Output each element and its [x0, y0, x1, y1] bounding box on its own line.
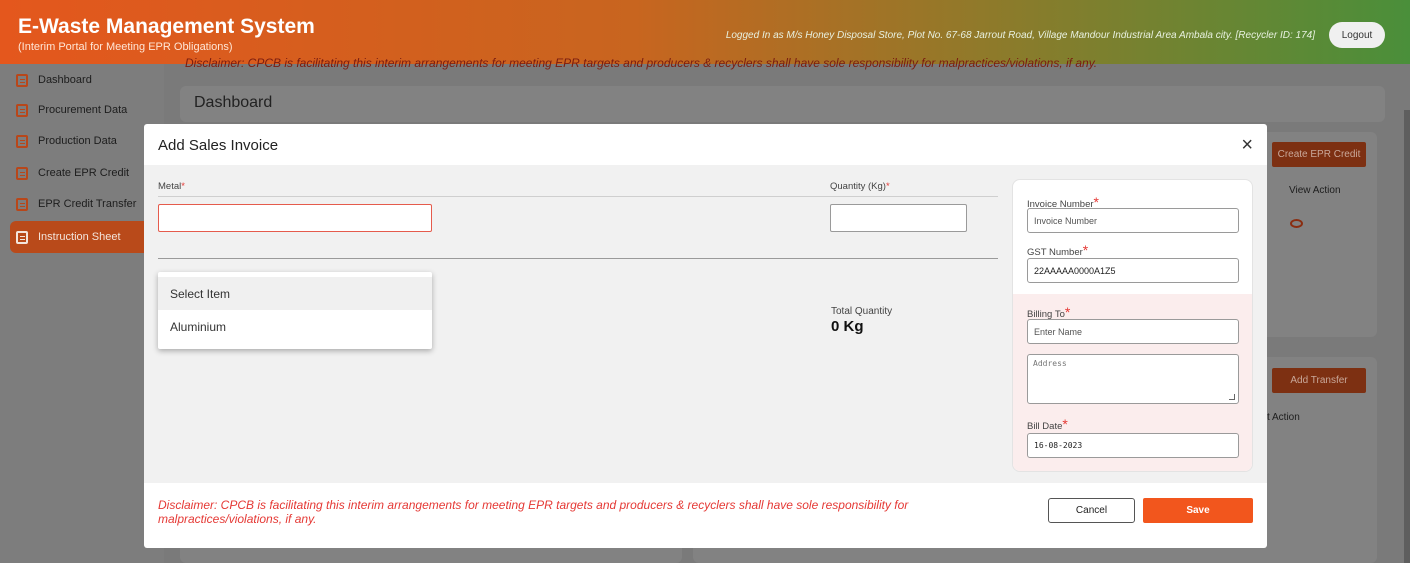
header-divider: [158, 196, 998, 197]
login-info: Logged In as M/s Honey Disposal Store, P…: [725, 30, 1315, 41]
page-scrollbar[interactable]: [1404, 110, 1410, 563]
sidebar-item-label: Instruction Sheet: [38, 231, 121, 243]
total-quantity-value: 0 Kg: [831, 318, 864, 335]
sidebar: Dashboard Procurement Data Production Da…: [0, 64, 164, 563]
sidebar-item-label: EPR Credit Transfer: [38, 198, 137, 210]
save-button[interactable]: Save: [1143, 498, 1253, 523]
logout-button[interactable]: Logout: [1329, 22, 1385, 48]
app-title: E-Waste Management System: [18, 15, 315, 38]
sidebar-item-label: Create EPR Credit: [38, 167, 130, 179]
invoice-number-input[interactable]: Invoice Number: [1027, 208, 1239, 233]
modal-title: Add Sales Invoice: [158, 137, 279, 154]
gst-number-input[interactable]: 22AAAAA0000A1Z5: [1027, 258, 1239, 283]
app-subtitle: (Interim Portal for Meeting EPR Obligati…: [18, 41, 233, 53]
sidebar-item-epr-credit-transfer[interactable]: EPR Credit Transfer: [10, 190, 160, 218]
bill-date-label: Bill Date*: [1027, 416, 1068, 432]
document-edit-icon: [16, 103, 28, 117]
bill-date-input[interactable]: 16-08-2023: [1027, 433, 1239, 458]
sidebar-item-label: Production Data: [38, 135, 117, 147]
document-edit-icon: [16, 73, 28, 87]
document-edit-icon: [16, 166, 28, 180]
modal-body: Metal* Quantity (Kg)* Total Quantity 0 K…: [144, 165, 1267, 483]
billing-to-label: Billing To*: [1027, 304, 1071, 320]
dashboard-title-bar: [180, 86, 1385, 122]
sidebar-item-instruction-sheet[interactable]: Instruction Sheet: [10, 221, 164, 253]
document-edit-icon: [16, 134, 28, 148]
cancel-button[interactable]: Cancel: [1048, 498, 1135, 523]
background-disclaimer: Disclaimer: CPCB is facilitating this in…: [185, 56, 1098, 70]
sidebar-item-create-epr-credit[interactable]: Create EPR Credit: [10, 159, 160, 187]
gst-number-label: GST Number*: [1027, 242, 1089, 258]
dropdown-option-aluminium[interactable]: Aluminium: [158, 310, 432, 343]
create-epr-credit-button[interactable]: Create EPR Credit: [1272, 142, 1366, 167]
add-transfer-button[interactable]: Add Transfer: [1272, 368, 1366, 393]
document-edit-icon: [16, 230, 28, 244]
page-title: Dashboard: [194, 94, 273, 111]
sidebar-item-label: Procurement Data: [38, 104, 128, 116]
sidebar-item-dashboard[interactable]: Dashboard: [10, 66, 160, 94]
invoice-details-panel: Invoice Number* Invoice Number GST Numbe…: [1012, 179, 1253, 472]
quantity-input[interactable]: [830, 204, 967, 232]
eye-icon[interactable]: [1290, 219, 1303, 228]
address-placeholder: Address: [1033, 359, 1067, 368]
sidebar-item-production-data[interactable]: Production Data: [10, 127, 160, 155]
sidebar-item-procurement-data[interactable]: Procurement Data: [10, 96, 160, 124]
metal-label: Metal*: [158, 181, 185, 192]
dropdown-option-select-item[interactable]: Select Item: [158, 277, 432, 310]
metal-dropdown: Select Item Aluminium: [158, 272, 432, 349]
billing-name-input[interactable]: Enter Name: [1027, 319, 1239, 344]
document-edit-icon: [16, 197, 28, 211]
address-textarea[interactable]: Address: [1027, 354, 1239, 404]
add-sales-invoice-modal: Add Sales Invoice × Metal* Quantity (Kg)…: [144, 124, 1267, 548]
sidebar-item-label: Dashboard: [38, 74, 92, 86]
app-header: E-Waste Management System (Interim Porta…: [0, 0, 1410, 64]
modal-disclaimer: Disclaimer: CPCB is facilitating this in…: [158, 498, 909, 526]
quantity-label: Quantity (Kg)*: [830, 181, 890, 192]
view-action-header: View Action: [1289, 185, 1341, 196]
row-divider: [158, 258, 998, 259]
metal-select[interactable]: [158, 204, 432, 232]
resize-handle-icon[interactable]: [1229, 394, 1235, 400]
total-quantity-label: Total Quantity: [831, 306, 893, 317]
action-header: t Action: [1267, 412, 1300, 423]
close-icon[interactable]: ×: [1241, 134, 1253, 157]
